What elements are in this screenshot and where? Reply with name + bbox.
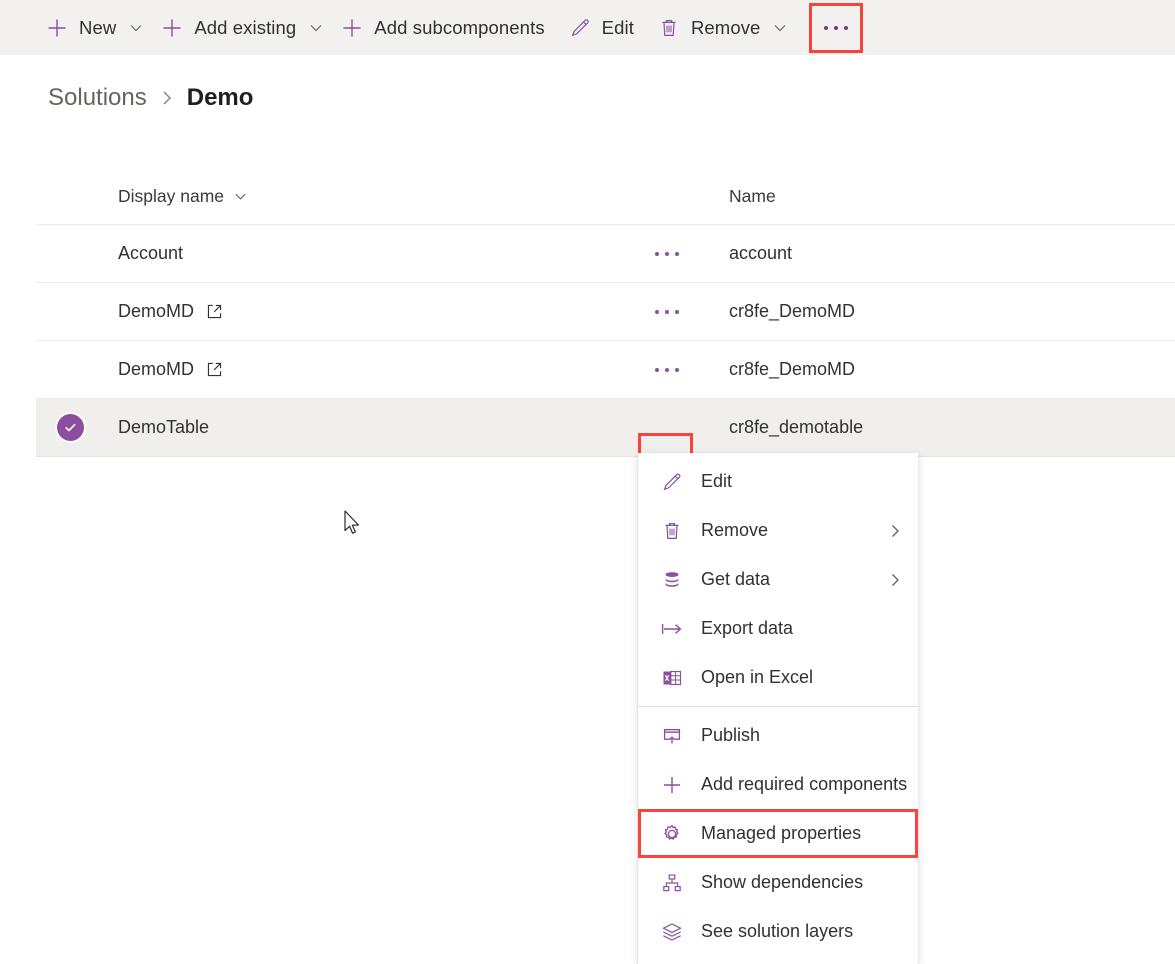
row-display-name: Account (118, 243, 184, 263)
row-actions-cell (626, 367, 708, 372)
row-actions-cell (626, 309, 708, 314)
row-name: cr8fe_DemoMD (729, 359, 856, 379)
menu-item-export-data[interactable]: Export data (638, 604, 918, 653)
row-display-name-cell: DemoMD (36, 359, 626, 380)
menu-item-show-dependencies-label: Show dependencies (701, 872, 864, 892)
publish-icon (660, 724, 684, 748)
chevron-right-icon (888, 523, 902, 539)
row-display-name: DemoMD (118, 301, 195, 321)
column-header-name[interactable]: Name (708, 186, 1175, 207)
plus-icon (660, 773, 684, 797)
row-name: account (729, 243, 793, 263)
row-display-name: DemoMD (118, 359, 195, 379)
row-more-commands-button[interactable] (655, 251, 679, 256)
mouse-cursor (344, 510, 364, 538)
row-name-cell: cr8fe_DemoMD (708, 301, 1175, 322)
table-row[interactable]: DemoMD cr8fe_DemoMD (36, 283, 1175, 341)
chevron-down-icon (125, 17, 147, 39)
breadcrumb: Solutions Demo (48, 80, 253, 116)
more-commands-button[interactable] (809, 2, 864, 53)
edit-button[interactable]: Edit (561, 6, 640, 50)
trash-icon (656, 15, 682, 41)
chevron-down-icon (305, 17, 327, 39)
menu-item-managed-properties[interactable]: Managed properties (638, 809, 918, 858)
row-actions-cell (626, 251, 708, 256)
pencil-icon (660, 470, 684, 494)
row-name: cr8fe_demotable (729, 417, 864, 437)
menu-item-open-in-excel-label: Open in Excel (701, 667, 814, 687)
chevron-right-icon (160, 89, 174, 107)
menu-item-open-in-excel[interactable]: Open in Excel (638, 653, 918, 702)
remove-button-label: Remove (690, 16, 761, 38)
layers-icon (660, 920, 684, 944)
menu-item-managed-properties-label: Managed properties (701, 823, 862, 843)
external-link-icon[interactable] (206, 361, 223, 378)
remove-button[interactable]: Remove (650, 6, 798, 50)
table-row[interactable]: DemoMD cr8fe_DemoMD (36, 341, 1175, 399)
row-display-name-cell: DemoMD (36, 301, 626, 322)
menu-item-export-data-label: Export data (701, 618, 794, 638)
row-name-cell: cr8fe_demotable (708, 417, 1175, 438)
column-header-display-name[interactable]: Display name (36, 186, 626, 207)
row-display-name-cell: DemoTable (36, 414, 626, 441)
row-context-menu: Edit Remove Get data Export data Open in… (638, 453, 918, 964)
breadcrumb-item-solutions[interactable]: Solutions (48, 84, 147, 112)
chevron-down-icon (233, 189, 248, 204)
column-header-name-label: Name (729, 185, 776, 206)
menu-item-get-data-label: Get data (701, 569, 771, 589)
row-display-name: DemoTable (118, 417, 210, 437)
plus-icon (159, 15, 185, 41)
ellipsis-icon (824, 25, 849, 30)
add-subcomponents-button-label: Add subcomponents (374, 16, 545, 38)
trash-icon (660, 519, 684, 543)
edit-button-label: Edit (601, 16, 634, 38)
excel-icon (660, 666, 684, 690)
menu-divider (638, 706, 918, 707)
table-row[interactable]: DemoTable cr8fe_demotable (36, 399, 1175, 478)
gear-icon (660, 822, 684, 846)
chevron-right-icon (888, 572, 902, 588)
grid-header-row: Display name Name (36, 168, 1175, 225)
add-subcomponents-button[interactable]: Add subcomponents (333, 6, 550, 50)
menu-item-remove[interactable]: Remove (638, 506, 918, 555)
row-display-name-cell: Account (36, 243, 626, 264)
database-icon (660, 568, 684, 592)
row-selection-checkbox[interactable] (56, 414, 84, 442)
components-grid: Display name Name Account account DemoMD (36, 168, 1175, 478)
add-existing-button-label: Add existing (194, 16, 297, 38)
menu-item-publish[interactable]: Publish (638, 711, 918, 760)
menu-item-add-required-components[interactable]: Add required components (638, 760, 918, 809)
menu-item-edit-label: Edit (701, 471, 733, 491)
menu-item-edit[interactable]: Edit (638, 457, 918, 506)
external-link-icon[interactable] (206, 303, 223, 320)
plus-icon (44, 15, 70, 41)
hierarchy-icon (660, 871, 684, 895)
page-title: Demo (186, 84, 254, 111)
menu-item-remove-label: Remove (701, 520, 769, 540)
add-existing-button[interactable]: Add existing (153, 6, 333, 50)
row-more-commands-button[interactable] (655, 309, 679, 314)
row-more-commands-button[interactable] (655, 367, 679, 372)
column-header-display-name-label: Display name (118, 185, 225, 206)
command-bar: New Add existing Add subcomponents Edit (0, 0, 1175, 55)
checkmark-icon (56, 414, 84, 441)
menu-item-show-dependencies[interactable]: Show dependencies (638, 858, 918, 907)
export-arrow-icon (660, 617, 684, 641)
new-button-label: New (79, 16, 117, 38)
chevron-down-icon (769, 17, 791, 39)
menu-item-add-required-components-label: Add required components (701, 774, 908, 794)
menu-item-see-solution-layers-label: See solution layers (701, 921, 854, 941)
row-name: cr8fe_DemoMD (729, 301, 856, 321)
table-row[interactable]: Account account (36, 225, 1175, 283)
row-name-cell: cr8fe_DemoMD (708, 359, 1175, 380)
menu-item-see-solution-layers[interactable]: See solution layers (638, 907, 918, 956)
row-name-cell: account (708, 243, 1175, 264)
plus-icon (339, 15, 365, 41)
menu-item-get-data[interactable]: Get data (638, 555, 918, 604)
pencil-icon (567, 15, 593, 41)
menu-item-publish-label: Publish (701, 725, 761, 745)
new-button[interactable]: New (38, 6, 153, 50)
